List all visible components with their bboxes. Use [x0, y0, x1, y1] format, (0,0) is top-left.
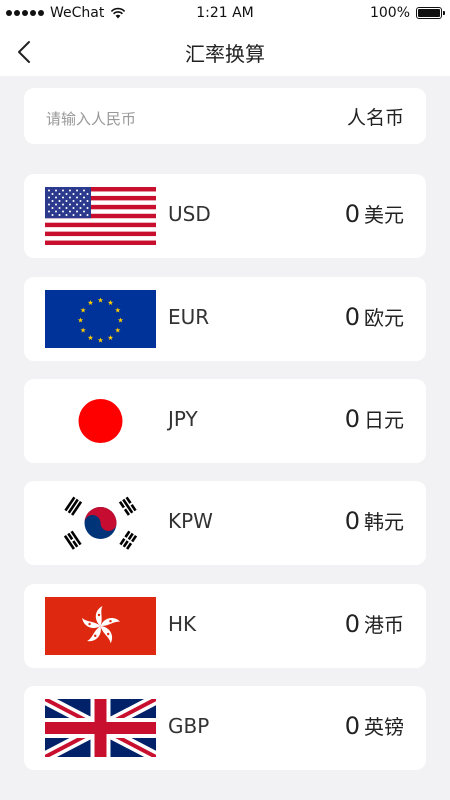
input-currency-label: 人名币	[346, 107, 404, 129]
currency-value: 0 英镑	[345, 711, 404, 740]
svg-text:★: ★	[87, 299, 93, 307]
eu-flag-icon: ★ ★ ★ ★ ★ ★ ★ ★ ★ ★ ★ ★	[45, 290, 156, 348]
currency-amount: 0	[344, 507, 360, 535]
currency-value: 0 日元	[345, 404, 404, 433]
svg-text:★: ★	[115, 327, 121, 335]
svg-text:★: ★	[87, 334, 93, 342]
currency-amount: 0	[344, 200, 360, 228]
currency-unit: 日元	[364, 408, 404, 432]
currency-row-kpw[interactable]: KPW 0 韩元	[24, 481, 426, 565]
svg-text:★: ★	[97, 297, 103, 305]
currency-code: HK	[168, 612, 197, 636]
rmb-input-field[interactable]: 请输入人民币 人名币	[24, 88, 426, 144]
us-flag-icon	[45, 187, 156, 245]
currency-code: USD	[168, 202, 211, 226]
currency-unit: 欧元	[364, 306, 404, 330]
currency-value: 0 港币	[345, 609, 404, 638]
battery-percent: 100%	[369, 5, 410, 21]
battery-icon	[416, 7, 445, 19]
nav-bar: 汇率换算	[0, 28, 450, 76]
currency-code: GBP	[168, 714, 210, 738]
currency-amount: 0	[344, 712, 360, 740]
currency-row-eur[interactable]: ★ ★ ★ ★ ★ ★ ★ ★ ★ ★ ★ ★ EUR 0 欧元	[24, 277, 426, 361]
svg-text:★: ★	[80, 307, 86, 315]
svg-text:★: ★	[80, 327, 86, 335]
currency-code: KPW	[168, 509, 213, 533]
currency-unit: 韩元	[364, 510, 404, 534]
status-right: 100%	[369, 5, 445, 21]
currency-amount: 0	[344, 303, 360, 331]
currency-amount: 0	[344, 405, 360, 433]
currency-code: EUR	[168, 305, 210, 329]
svg-text:★: ★	[107, 299, 113, 307]
jp-flag-icon	[45, 392, 156, 450]
currency-value: 0 欧元	[345, 302, 404, 331]
currency-row-hk[interactable]: HK 0 港币	[24, 584, 426, 668]
currency-row-gbp[interactable]: GBP 0 英镑	[24, 686, 426, 770]
currency-code: JPY	[168, 407, 198, 431]
currency-row-jpy[interactable]: JPY 0 日元	[24, 379, 426, 463]
page-title: 汇率换算	[185, 42, 265, 66]
gb-flag-icon	[45, 699, 156, 757]
hk-flag-icon	[45, 597, 156, 655]
currency-value: 0 美元	[345, 199, 404, 228]
currency-unit: 美元	[364, 203, 404, 227]
currency-amount: 0	[344, 610, 360, 638]
svg-text:★: ★	[117, 317, 123, 325]
svg-text:★: ★	[97, 337, 103, 345]
kr-flag-icon	[45, 494, 156, 552]
rmb-input-placeholder: 请输入人民币	[46, 110, 137, 128]
currency-value: 0 韩元	[345, 506, 404, 535]
svg-text:★: ★	[77, 317, 83, 325]
svg-text:★: ★	[107, 334, 113, 342]
currency-row-usd[interactable]: USD 0 美元	[24, 174, 426, 258]
svg-text:★: ★	[115, 307, 121, 315]
status-bar: WeChat 1:21 AM 100%	[0, 0, 450, 28]
currency-unit: 港币	[364, 613, 404, 637]
currency-unit: 英镑	[364, 715, 404, 739]
